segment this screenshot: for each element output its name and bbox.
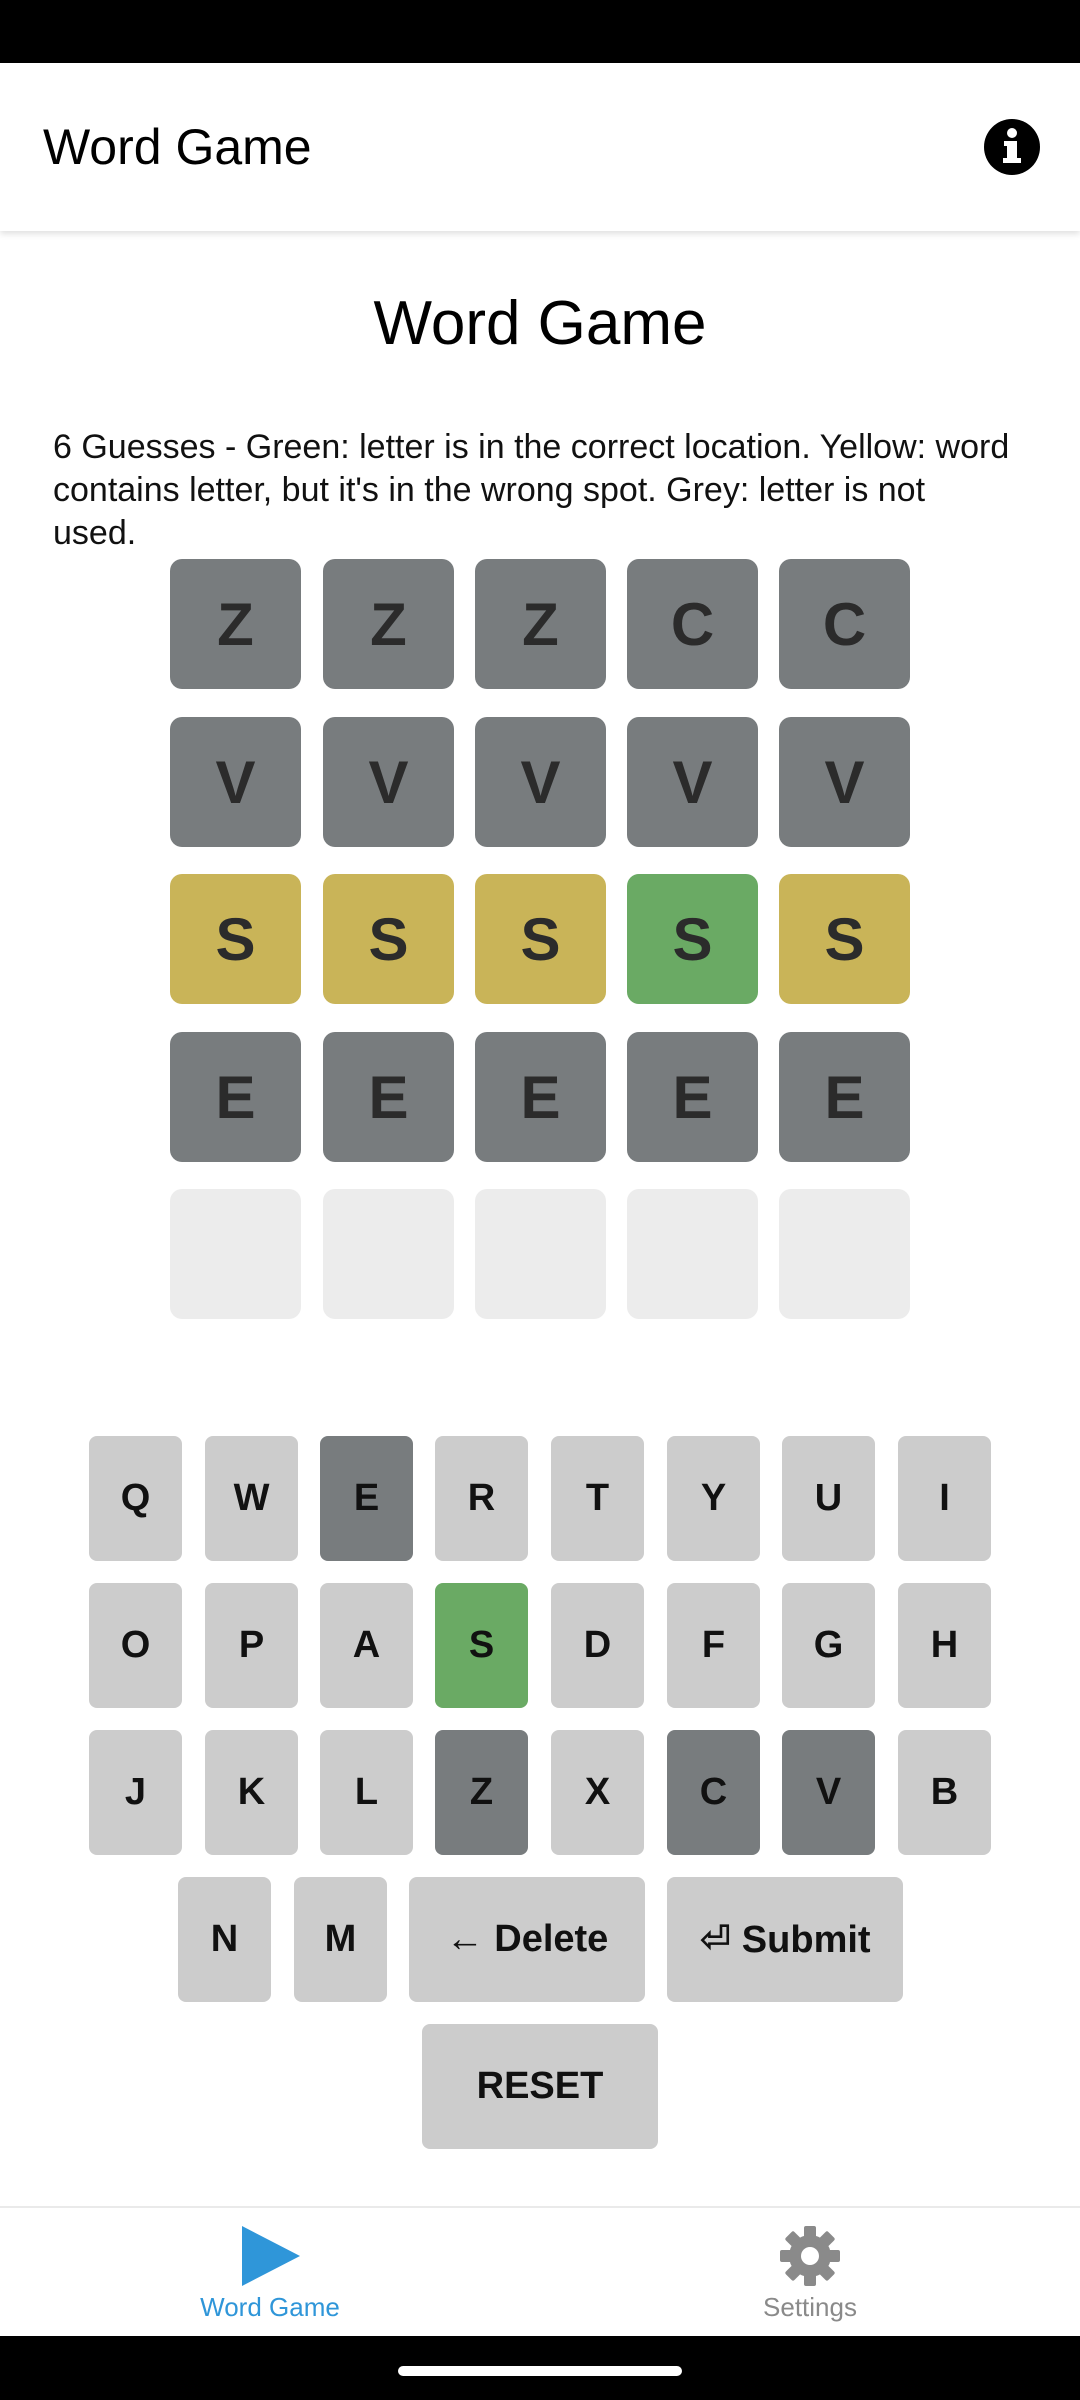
board-tile: V — [170, 717, 301, 847]
board-tile: E — [170, 1032, 301, 1162]
key-r[interactable]: R — [435, 1436, 528, 1561]
key-d[interactable]: D — [551, 1583, 644, 1708]
key-j[interactable]: J — [89, 1730, 182, 1855]
board-tile: S — [779, 874, 910, 1004]
board-tile: S — [323, 874, 454, 1004]
key-b[interactable]: B — [898, 1730, 991, 1855]
key-p[interactable]: P — [205, 1583, 298, 1708]
board-tile: Z — [323, 559, 454, 689]
app-title: Word Game — [43, 119, 312, 175]
key-g[interactable]: G — [782, 1583, 875, 1708]
delete-button[interactable]: ← Delete — [409, 1877, 645, 2002]
key-f[interactable]: F — [667, 1583, 760, 1708]
board-tile: V — [779, 717, 910, 847]
board-tile: V — [627, 717, 758, 847]
gesture-bar — [0, 2336, 1080, 2400]
key-o[interactable]: O — [89, 1583, 182, 1708]
board-tile: S — [475, 874, 606, 1004]
key-n[interactable]: N — [178, 1877, 271, 2002]
key-s[interactable]: S — [435, 1583, 528, 1708]
board-tile: V — [475, 717, 606, 847]
key-l[interactable]: L — [320, 1730, 413, 1855]
key-k[interactable]: K — [205, 1730, 298, 1855]
app-bar: Word Game — [0, 63, 1080, 231]
board-tile: E — [323, 1032, 454, 1162]
board-tile — [170, 1189, 301, 1319]
board-tile: V — [323, 717, 454, 847]
nav-item-settings[interactable]: Settings — [540, 2208, 1080, 2338]
submit-button[interactable]: ⏎ Submit — [667, 1877, 903, 2002]
bottom-nav: Word Game Settings — [0, 2206, 1080, 2338]
instructions-text: 6 Guesses - Green: letter is in the corr… — [53, 428, 1010, 552]
key-z[interactable]: Z — [435, 1730, 528, 1855]
play-icon — [242, 2225, 300, 2286]
board-tile: S — [627, 874, 758, 1004]
board-tile: C — [779, 559, 910, 689]
home-indicator[interactable] — [398, 2366, 682, 2376]
board-tile — [323, 1189, 454, 1319]
board-tile — [475, 1189, 606, 1319]
key-w[interactable]: W — [205, 1436, 298, 1561]
key-h[interactable]: H — [898, 1583, 991, 1708]
key-a[interactable]: A — [320, 1583, 413, 1708]
board-tile: E — [779, 1032, 910, 1162]
nav-label-settings: Settings — [763, 2291, 857, 2322]
key-x[interactable]: X — [551, 1730, 644, 1855]
board-tile: E — [627, 1032, 758, 1162]
nav-label-word-game: Word Game — [200, 2291, 340, 2322]
key-q[interactable]: Q — [89, 1436, 182, 1561]
board-tile — [779, 1189, 910, 1319]
key-u[interactable]: U — [782, 1436, 875, 1561]
key-c[interactable]: C — [667, 1730, 760, 1855]
board-tile: E — [475, 1032, 606, 1162]
board-tile: C — [627, 559, 758, 689]
board-tile: S — [170, 874, 301, 1004]
nav-item-word-game[interactable]: Word Game — [0, 2208, 540, 2338]
key-e[interactable]: E — [320, 1436, 413, 1561]
board-tile: Z — [170, 559, 301, 689]
key-v[interactable]: V — [782, 1730, 875, 1855]
reset-button[interactable]: RESET — [422, 2024, 658, 2149]
board-tile — [627, 1189, 758, 1319]
gear-icon — [780, 2225, 840, 2286]
key-t[interactable]: T — [551, 1436, 644, 1561]
key-i[interactable]: I — [898, 1436, 991, 1561]
board-tile: Z — [475, 559, 606, 689]
key-y[interactable]: Y — [667, 1436, 760, 1561]
status-bar — [0, 0, 1080, 63]
page-title: Word Game — [373, 289, 707, 358]
key-m[interactable]: M — [294, 1877, 387, 2002]
info-icon[interactable] — [982, 117, 1042, 177]
